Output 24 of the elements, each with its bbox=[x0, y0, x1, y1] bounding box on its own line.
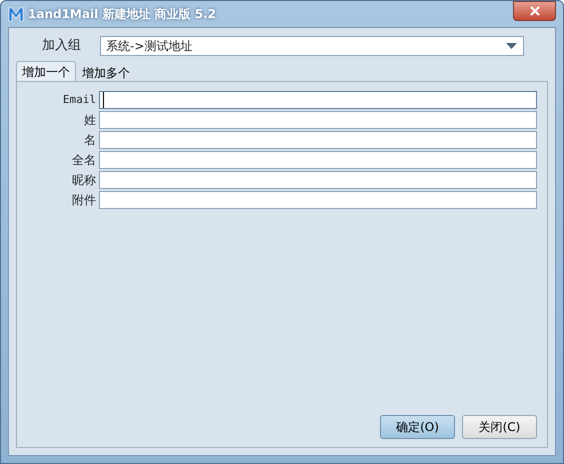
field-label: 昵称 bbox=[71, 172, 97, 189]
tab[interactable]: 增加一个 bbox=[16, 61, 76, 81]
ok-button[interactable]: 确定(O) bbox=[380, 415, 455, 439]
field-label: 名 bbox=[83, 132, 97, 149]
window-title: 1and1Mail 新建地址 商业版 5.2 bbox=[28, 6, 216, 23]
input-field[interactable] bbox=[99, 111, 537, 129]
input-field[interactable] bbox=[99, 191, 537, 209]
tab[interactable]: 增加多个 bbox=[76, 63, 136, 81]
group-label: 加入组 bbox=[41, 37, 82, 56]
field-label: 附件 bbox=[71, 192, 97, 209]
field-label: 全名 bbox=[71, 152, 97, 169]
dropdown-arrow-icon bbox=[506, 43, 517, 49]
dropdown-value: 系统->测试地址 bbox=[106, 38, 194, 55]
input-field[interactable] bbox=[99, 151, 537, 169]
group-dropdown[interactable]: 系统->测试地址 bbox=[100, 36, 524, 56]
close-dialog-button[interactable]: 关闭(C) bbox=[462, 415, 537, 439]
input-field[interactable] bbox=[99, 91, 537, 109]
close-icon bbox=[530, 6, 540, 16]
app-logo-icon bbox=[8, 6, 24, 22]
input-field[interactable] bbox=[99, 131, 537, 149]
field-label: Email bbox=[62, 92, 97, 108]
close-button[interactable] bbox=[513, 1, 556, 21]
input-field[interactable] bbox=[99, 171, 537, 189]
field-label: 姓 bbox=[83, 112, 97, 129]
